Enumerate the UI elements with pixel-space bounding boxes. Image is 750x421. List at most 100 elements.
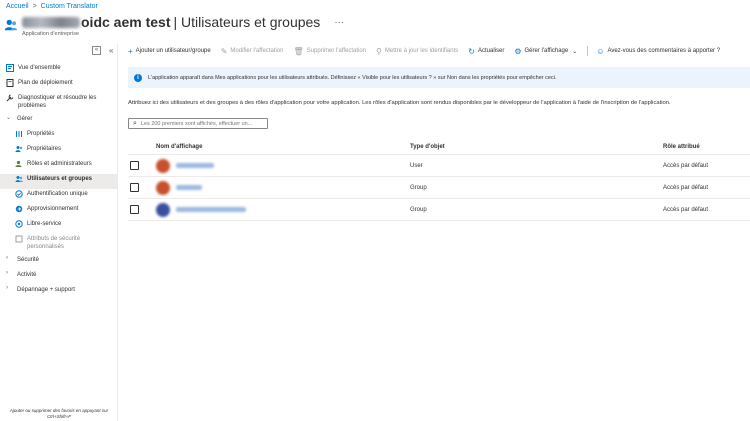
sidebar-item-provisioning[interactable]: Approvisionnement [0,204,118,219]
sidebar-item-label: Attributs de sécurité personnalisés [27,236,81,250]
collapse-sidebar-icon[interactable]: « [109,46,113,55]
page-title-app: oidc aem test [81,14,171,30]
wrench-icon [6,94,14,102]
chevron-right-icon: › [6,255,8,261]
toolbar-divider [587,46,589,56]
redacted-display-name [176,207,246,212]
search-menu-box[interactable]: « [92,46,101,55]
sidebar-item-owners[interactable]: Propriétaires [0,144,118,159]
refresh-label: Actualiser [477,48,505,54]
manage-view-button[interactable]: ⚙ Gérer l'affichage ⌄ [514,47,577,56]
roles-icon [15,160,23,168]
sidebar-item-diagnose[interactable]: Diagnostiquer et résoudre les problèmes [0,93,118,114]
chevron-down-icon: ⌄ [572,48,578,55]
page-title-section: | Utilisateurs et groupes [173,14,321,30]
sidebar-item-self-service[interactable]: Libre-service [0,219,118,234]
info-banner: i L'application apparaît dans Mes applic… [128,67,750,88]
update-credentials-label: Mettre à jour les identifiants [384,48,459,54]
sidebar-item-label: Dépannage + support [17,287,75,293]
object-type-cell: Group [410,184,427,191]
page-header: oidc aem test | Utilisateurs et groupes … [4,14,344,32]
sidebar-item-properties[interactable]: Propriétés [0,129,118,144]
table-row[interactable]: Group Accès par défaut [128,177,750,199]
chevron-right-icon: › [6,285,8,291]
breadcrumb-current-link[interactable]: Custom Translator [41,3,98,10]
command-bar: + Ajouter un utilisateur/groupe ✎ Modifi… [128,44,750,58]
gear-icon: ⚙ [514,46,522,56]
breadcrumb-separator: > [32,3,37,10]
row-checkbox[interactable] [130,205,139,214]
manage-view-label: Gérer l'affichage [524,48,569,54]
add-user-group-button[interactable]: + Ajouter un utilisateur/groupe [128,47,211,56]
avatar [156,180,170,195]
table-row[interactable]: Group Accès par défaut [128,199,750,221]
sidebar-item-label: Utilisateurs et groupes [27,176,93,182]
row-checkbox[interactable] [130,161,139,170]
sidebar-item-users-groups[interactable]: Utilisateurs et groupes [0,174,118,189]
update-credentials-button[interactable]: ⚲ Mettre à jour les identifiants [376,47,458,56]
edit-assignment-button[interactable]: ✎ Modifier l'affectation [221,47,284,56]
favorites-hint: Ajouter ou supprimer des favoris en appu… [9,408,109,419]
sidebar-item-label: Propriétaires [27,146,62,152]
chevron-right-icon: › [6,270,8,276]
search-box[interactable]: ⌕ [128,118,268,129]
column-header-type[interactable]: Type d'objet [410,144,663,150]
sidebar-group-security[interactable]: › Sécurité [0,255,118,270]
sidebar-group-manage[interactable]: ⌄ Gérer [0,114,118,129]
avatar [156,158,170,173]
sidebar-item-sso[interactable]: Authentification unique [0,189,118,204]
more-options-icon[interactable]: ··· [334,17,344,28]
refresh-button[interactable]: ↻ Actualiser [468,47,504,56]
page-title: oidc aem test | Utilisateurs et groupes … [22,14,344,30]
sidebar: « « Vue d'ensemble Plan de déploiement D… [0,44,118,421]
redacted-display-name [176,185,202,190]
delete-assignment-label: Supprimer l'affectation [306,48,367,54]
properties-icon [15,130,23,138]
key-icon: ⚲ [376,46,382,56]
column-header-name[interactable]: Nom d'affichage [156,144,410,150]
sso-icon [15,190,23,198]
sidebar-group-activity[interactable]: › Activité [0,270,118,285]
column-header-role[interactable]: Rôle attribué [663,144,750,150]
sidebar-item-label: Propriétés [27,131,55,137]
table-row[interactable]: User Accès par défaut [128,155,750,177]
sidebar-item-label: Vue d'ensemble [18,65,61,71]
display-name-cell[interactable] [156,202,410,217]
breadcrumb: Accueil > Custom Translator [6,3,98,10]
sidebar-item-label: Diagnostiquer et résoudre les problèmes [18,95,97,109]
feedback-icon: ☺ [596,46,605,56]
provisioning-icon [15,205,23,213]
redacted-app-name [22,16,80,28]
assigned-role-cell: Accès par défaut [663,162,709,169]
enterprise-app-icon [4,19,18,31]
sidebar-item-security-attributes[interactable]: Attributs de sécurité personnalisés [0,234,118,255]
search-input[interactable] [140,120,261,127]
sidebar-item-label: Approvisionnement [27,206,79,212]
feedback-button[interactable]: ☺ Avez-vous des commentaires à apporter … [596,47,720,56]
sidebar-item-deployment-plan[interactable]: Plan de déploiement [0,78,118,93]
sidebar-item-overview[interactable]: Vue d'ensemble [0,63,118,78]
search-icon: ⌕ [133,119,137,127]
page-subtitle: Application d'entreprise [22,31,80,37]
info-icon: i [134,73,142,82]
sidebar-item-roles[interactable]: Rôles et administrateurs [0,159,118,174]
sidebar-item-label: Plan de déploiement [18,80,73,86]
assigned-role-cell: Accès par défaut [663,206,709,213]
overview-icon [6,64,14,72]
display-name-cell[interactable] [156,158,410,173]
sidebar-group-troubleshoot[interactable]: › Dépannage + support [0,285,118,300]
self-service-icon [15,220,23,228]
users-groups-table: Nom d'affichage Type d'objet Rôle attrib… [128,140,750,221]
plus-icon: + [128,46,133,56]
security-attributes-icon [15,235,23,243]
display-name-cell[interactable] [156,180,410,195]
delete-assignment-button[interactable]: 🗑︎ Supprimer l'affectation [293,47,366,56]
breadcrumb-home-link[interactable]: Accueil [6,3,29,10]
sidebar-item-label: Activité [17,272,37,278]
avatar [156,202,170,217]
row-checkbox[interactable] [130,183,139,192]
sidebar-item-label: Sécurité [17,257,40,263]
owners-icon [15,145,23,153]
chevron-down-icon: ⌄ [6,115,12,121]
refresh-icon: ↻ [468,46,475,56]
